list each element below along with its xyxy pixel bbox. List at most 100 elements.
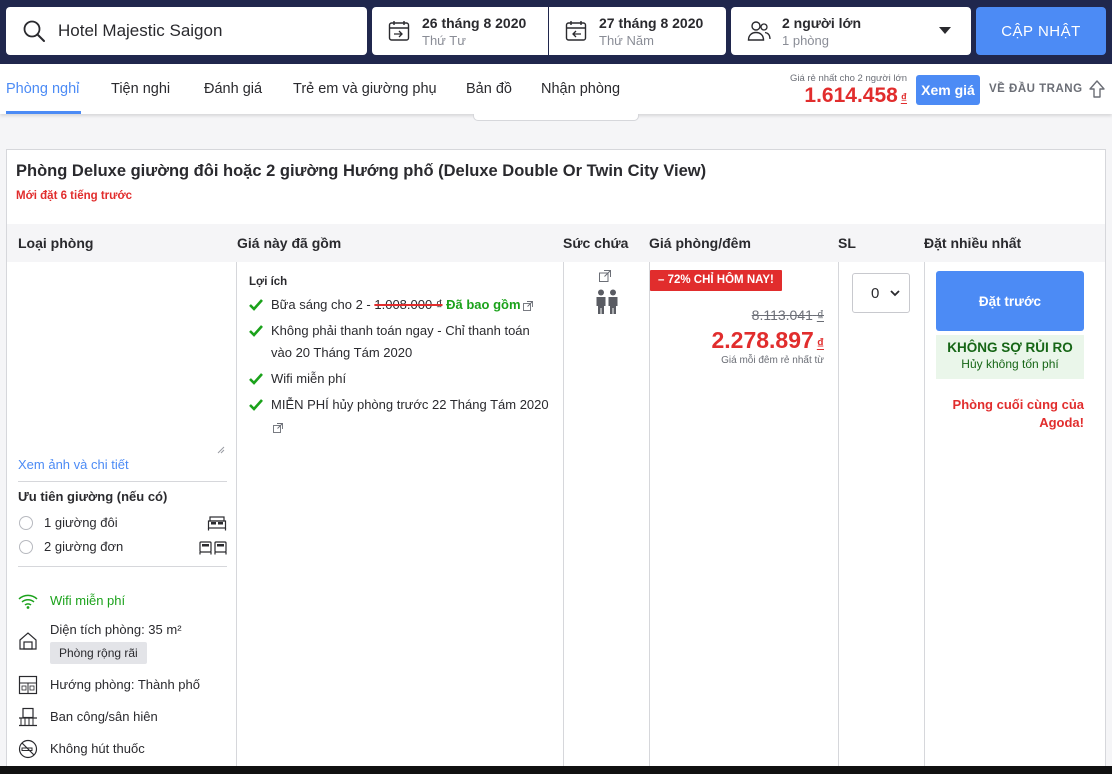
checkmark-icon — [249, 399, 263, 411]
bed-option-double[interactable]: 1 giường đôi — [18, 514, 227, 534]
calendar-checkin-icon — [388, 21, 410, 41]
external-link-icon[interactable] — [273, 422, 283, 433]
original-price-value: 8.113.041 — [751, 307, 813, 323]
benefit-breakfast-prefix: Bữa sáng cho 2 - — [271, 297, 375, 312]
checkout-date-text: 27 tháng 8 2020 — [599, 14, 704, 31]
window-view-icon — [18, 675, 38, 695]
benefit-breakfast: Bữa sáng cho 2 - 1.008.000 ₫ Đã bao gồm — [249, 294, 549, 316]
active-tab-indicator — [6, 111, 81, 114]
benefit-pay-later-text: Không phải thanh toán ngay - Chỉ thanh t… — [271, 323, 530, 360]
search-bar: 26 tháng 8 2020 Thứ Tư 27 tháng 8 2020 T… — [0, 0, 1112, 64]
guests-adults: 2 người lớn — [782, 14, 862, 31]
tab-map[interactable]: Bản đồ — [466, 81, 512, 97]
cheapest-price: 1.614.458 ₫ — [804, 84, 907, 108]
cheapest-price-label: Giá rẻ nhất cho 2 người lớn — [789, 73, 907, 84]
original-price: 8.113.041 ₫ — [752, 307, 824, 323]
booked-recently-note: Mới đặt 6 tiếng trước — [16, 190, 133, 202]
column-divider — [924, 262, 925, 774]
room-quantity-select[interactable]: 0 — [852, 273, 910, 313]
tab-children-extra-beds[interactable]: Trẻ em và giường phụ — [293, 81, 437, 97]
tab-checkin[interactable]: Nhận phòng — [541, 81, 620, 97]
checkin-date-text: 26 tháng 8 2020 — [422, 14, 527, 31]
guests-icon — [747, 21, 771, 41]
discount-badge: – 72% CHỈ HÔM NAY! — [650, 270, 782, 291]
cheapest-price-currency: ₫ — [900, 91, 907, 105]
update-button[interactable]: CẬP NHẬT — [976, 7, 1106, 55]
col-room-type: Loại phòng — [18, 235, 94, 251]
resize-handle-icon[interactable] — [217, 446, 225, 454]
discounted-price: 2.278.897 ₫ — [711, 327, 824, 354]
original-price-currency: ₫ — [816, 307, 824, 323]
radio-button[interactable] — [19, 516, 33, 530]
search-box[interactable] — [6, 7, 367, 55]
section-nav: Phòng nghỉ Tiện nghi Đánh giá Trẻ em và … — [0, 64, 1112, 114]
two-adults-icon — [596, 289, 618, 314]
breakfast-old-price: 1.008.000 ₫ — [374, 297, 443, 312]
guests-selector[interactable]: 2 người lớn 1 phòng — [731, 7, 971, 55]
no-risk-subtitle: Hủy không tốn phí — [961, 357, 1059, 371]
feature-label: Ban công/sân hiên — [50, 709, 158, 724]
twin-beds-icon — [199, 541, 227, 555]
feature-label: Hướng phòng: Thành phố — [50, 677, 200, 692]
checkout-weekday: Thứ Năm — [599, 32, 654, 48]
benefits-title: Lợi ích — [249, 276, 288, 288]
chevron-down-icon — [890, 290, 900, 297]
back-to-top-link[interactable]: VỀ ĐẦU TRANG — [989, 83, 1083, 95]
bed-option-label: 2 giường đơn — [44, 539, 124, 554]
col-qty: SL — [838, 235, 856, 251]
no-risk-box: KHÔNG SỢ RỦI RO Hủy không tốn phí — [936, 335, 1084, 379]
col-most-booked: Đặt nhiều nhất — [924, 235, 1022, 251]
tab-reviews[interactable]: Đánh giá — [204, 81, 262, 97]
benefit-pay-later: Không phải thanh toán ngay - Chỉ thanh t… — [249, 320, 549, 364]
bed-option-twin[interactable]: 2 giường đơn — [18, 538, 227, 558]
balcony-icon — [19, 707, 37, 727]
checkin-date[interactable]: 26 tháng 8 2020 Thứ Tư — [372, 7, 548, 55]
search-input[interactable] — [58, 21, 338, 41]
view-photos-details-link[interactable]: Xem ảnh và chi tiết — [18, 457, 129, 472]
collapsed-panel-tab — [473, 114, 639, 121]
bed-preference-title: Ưu tiên giường (nếu có) — [18, 489, 168, 504]
spacious-room-badge: Phòng rộng rãi — [50, 642, 147, 664]
benefit-free-cancel: MIỄN PHÍ hủy phòng trước 22 Tháng Tám 20… — [249, 394, 549, 438]
last-room-note: Phòng cuối cùng của Agoda! — [952, 397, 1084, 430]
view-price-button[interactable]: Xem giá — [916, 75, 980, 105]
house-icon — [19, 632, 37, 650]
breakfast-included: Đã bao gồm — [446, 297, 521, 312]
room-card: Phòng Deluxe giường đôi hoặc 2 giường Hư… — [6, 149, 1106, 774]
book-now-button[interactable]: Đặt trước — [936, 271, 1084, 331]
discounted-price-value: 2.278.897 — [711, 327, 814, 353]
checkmark-icon — [249, 325, 263, 337]
wifi-icon — [18, 594, 38, 609]
bed-option-label: 1 giường đôi — [44, 515, 118, 530]
guests-rooms: 1 phòng — [782, 32, 829, 48]
column-divider — [838, 262, 839, 774]
benefit-wifi: Wifi miễn phí — [249, 368, 549, 390]
checkout-date[interactable]: 27 tháng 8 2020 Thứ Năm — [549, 7, 726, 55]
benefit-free-cancel-text: MIỄN PHÍ hủy phòng trước 22 Tháng Tám 20… — [271, 397, 549, 412]
calendar-checkout-icon — [565, 21, 587, 41]
benefit-wifi-text: Wifi miễn phí — [271, 371, 347, 386]
chevron-down-icon — [939, 27, 951, 34]
checkin-weekday: Thứ Tư — [422, 32, 466, 48]
column-divider — [236, 262, 237, 774]
no-smoking-icon — [18, 739, 38, 759]
radio-button[interactable] — [19, 540, 33, 554]
checkmark-icon — [249, 373, 263, 385]
external-link-icon[interactable] — [522, 300, 533, 311]
tab-rooms[interactable]: Phòng nghỉ — [6, 81, 79, 97]
price-note: Giá mỗi đêm rẻ nhất từ — [721, 355, 824, 366]
feature-label: Không hút thuốc — [50, 741, 145, 756]
checkmark-icon — [249, 299, 263, 311]
divider — [18, 566, 227, 567]
arrow-up-icon[interactable] — [1088, 79, 1106, 99]
col-capacity: Sức chứa — [563, 235, 629, 251]
divider — [18, 481, 227, 482]
external-link-icon[interactable] — [599, 270, 611, 282]
column-divider — [563, 262, 564, 774]
tab-amenities[interactable]: Tiện nghi — [111, 81, 170, 97]
search-icon — [23, 20, 45, 42]
feature-label: Wifi miễn phí — [50, 593, 126, 608]
quantity-value: 0 — [871, 285, 880, 302]
column-divider — [649, 262, 650, 774]
double-bed-icon — [207, 516, 227, 531]
